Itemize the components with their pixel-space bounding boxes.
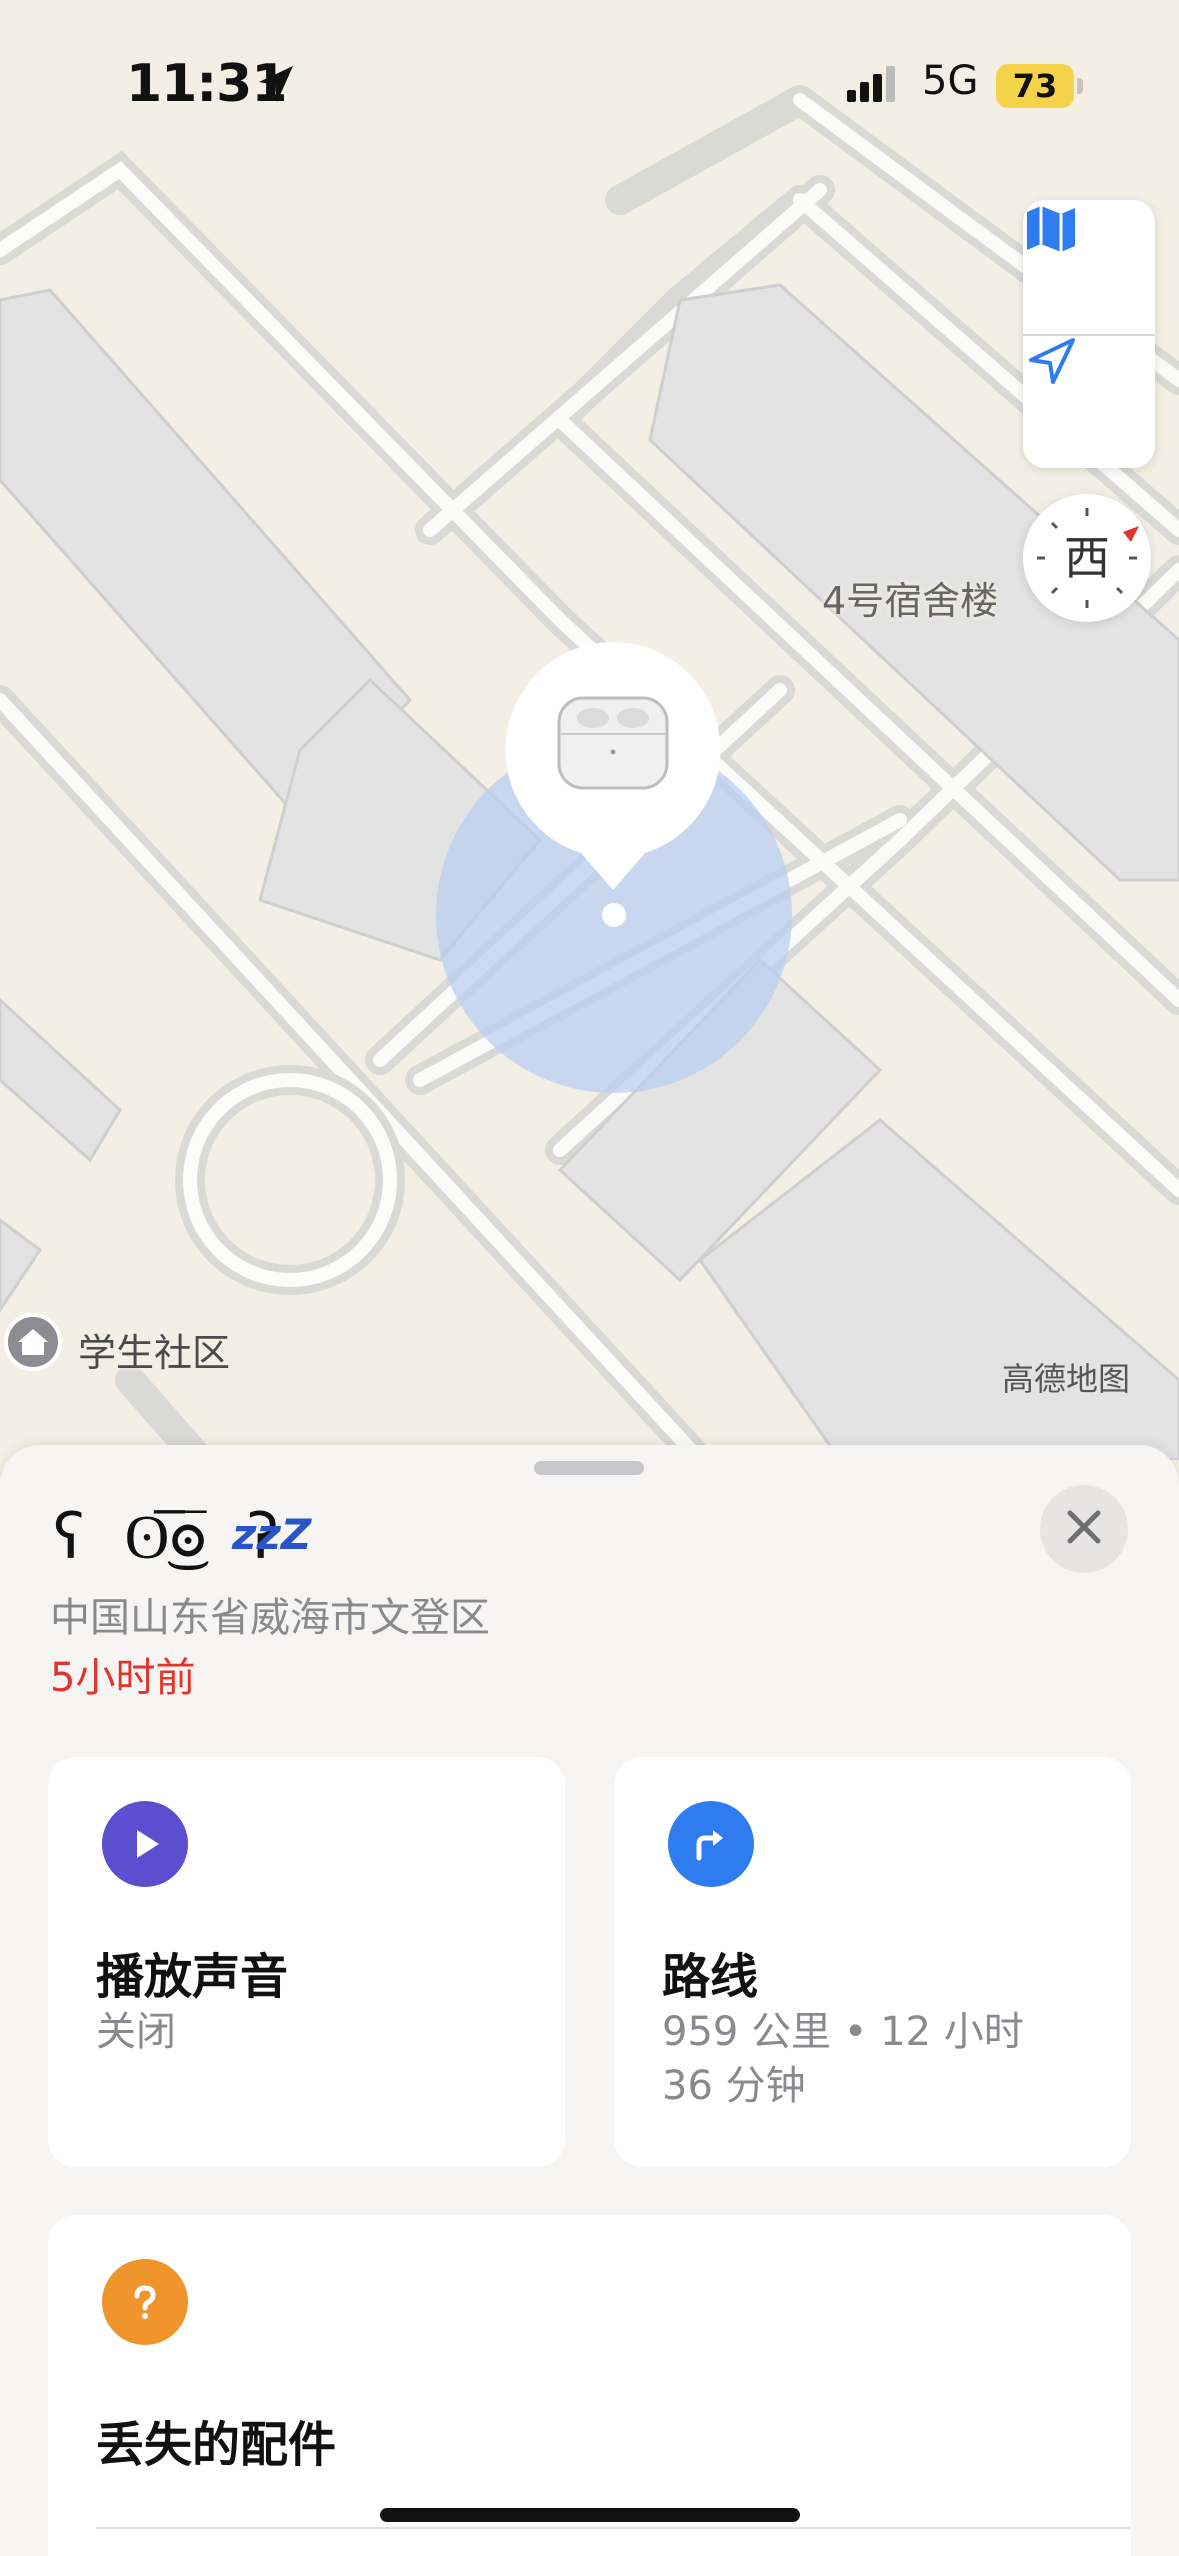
play-icon xyxy=(102,1801,188,1887)
last-seen-time: 5小时前 xyxy=(50,1655,196,1701)
close-button[interactable] xyxy=(1040,1485,1128,1573)
airpods-case-icon xyxy=(555,694,671,792)
sleep-indicator: zzZ xyxy=(232,1510,312,1559)
directions-summary: 959 公里 • 12 小时 36 分钟 xyxy=(662,2005,1024,2113)
compass-button[interactable]: 西 xyxy=(1023,494,1151,622)
directions-card[interactable]: 路线 959 公里 • 12 小时 36 分钟 xyxy=(614,1757,1131,2167)
house-icon[interactable] xyxy=(4,1313,62,1371)
device-pin[interactable] xyxy=(505,642,721,890)
turn-right-arrow-icon xyxy=(668,1801,754,1887)
sheet-grabber[interactable] xyxy=(534,1461,644,1475)
directions-distance-time: 959 公里 • 12 小时 xyxy=(662,2009,1024,2055)
divider xyxy=(96,2527,1131,2529)
map-view[interactable]: 4号宿舍楼 学生社区 高德地图 西 xyxy=(0,0,1179,1460)
poi-label[interactable]: 学生社区 xyxy=(78,1322,230,1377)
play-sound-card[interactable]: 播放声音 关闭 xyxy=(48,1757,565,2167)
map-provider-logo: 高德地图 xyxy=(1002,1360,1131,1398)
directions-time-remainder: 36 分钟 xyxy=(662,2063,806,2109)
cellular-signal-icon xyxy=(845,62,901,106)
home-indicator[interactable] xyxy=(380,2508,800,2522)
building-label[interactable]: 4号宿舍楼 xyxy=(822,570,998,625)
lost-accessory-title: 丢失的配件 xyxy=(96,2417,337,2473)
battery-nub xyxy=(1077,78,1083,94)
device-detail-sheet: ʕ ʘ̅͜ʘ̅ ʔ zzZ 中国山东省威海市文登区 5小时前 播放声音 关闭 路… xyxy=(0,1445,1179,2556)
location-services-icon xyxy=(255,62,297,106)
locate-me-button[interactable] xyxy=(1023,334,1155,468)
play-sound-status: 关闭 xyxy=(96,2009,176,2055)
network-type: 5G xyxy=(922,58,979,104)
question-icon xyxy=(102,2259,188,2345)
map-mode-button[interactable] xyxy=(1023,200,1155,334)
play-sound-title: 播放声音 xyxy=(96,1949,289,2005)
lost-accessory-card[interactable]: 丢失的配件 xyxy=(48,2215,1131,2556)
status-bar: 11:31 5G 73 xyxy=(0,0,1179,170)
directions-title: 路线 xyxy=(662,1949,759,2005)
close-icon xyxy=(1064,1507,1104,1551)
map-controls xyxy=(1023,200,1155,468)
battery-icon: 73 xyxy=(996,64,1074,108)
battery-level: 73 xyxy=(1012,67,1058,105)
compass-heading: 西 xyxy=(1064,531,1110,585)
device-address: 中国山东省威海市文登区 xyxy=(50,1595,490,1641)
